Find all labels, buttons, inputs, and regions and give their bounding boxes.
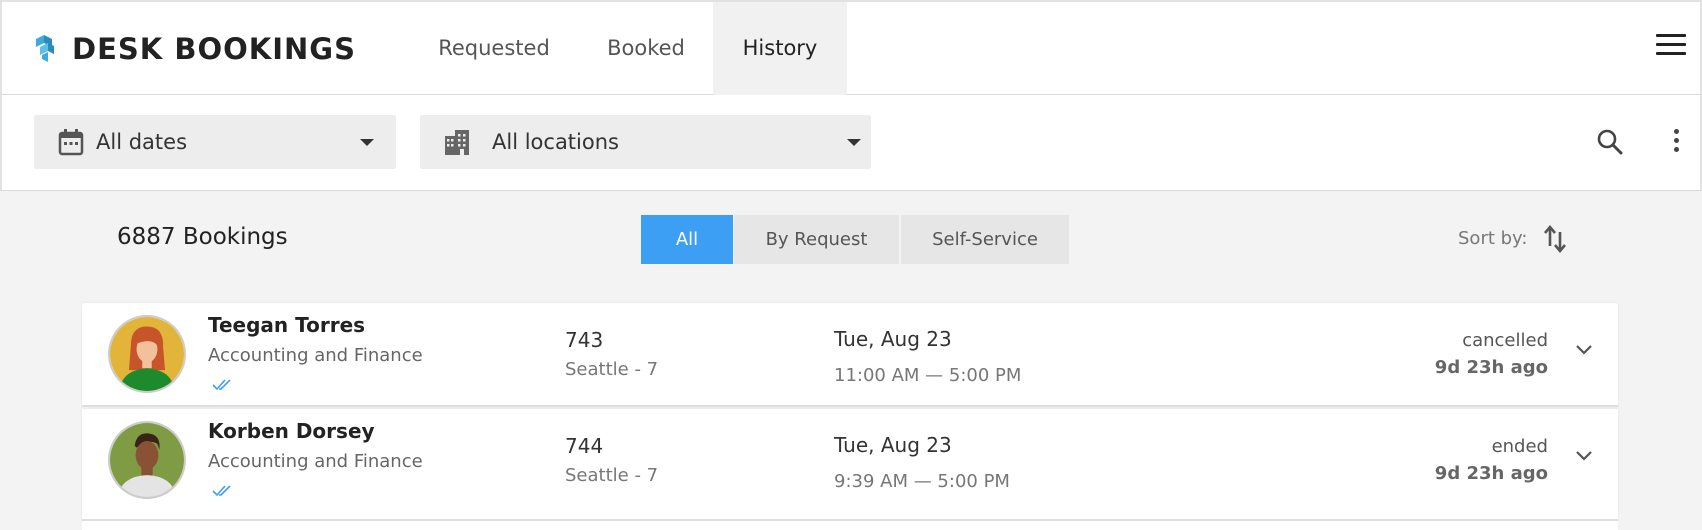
dates-dropdown[interactable]: All dates bbox=[34, 115, 396, 169]
tab-requested[interactable]: Requested bbox=[420, 2, 568, 95]
segment-self-service[interactable]: Self-Service bbox=[901, 215, 1069, 264]
status-text: ended bbox=[1491, 436, 1548, 457]
employee-department: Accounting and Finance bbox=[208, 451, 423, 472]
bookings-count: 6887 Bookings bbox=[117, 224, 288, 250]
double-check-icon bbox=[212, 485, 231, 497]
calendar-icon bbox=[58, 129, 84, 156]
avatar bbox=[108, 315, 186, 393]
app-logo: DESK BOOKINGS bbox=[34, 32, 356, 66]
chevron-down-icon[interactable] bbox=[1574, 343, 1594, 357]
hamburger-menu-icon[interactable] bbox=[1656, 34, 1686, 60]
locations-dropdown[interactable]: All locations bbox=[420, 115, 871, 169]
sort-label: Sort by: bbox=[1458, 228, 1528, 249]
booking-date: Tue, Aug 23 bbox=[834, 327, 952, 351]
tab-history[interactable]: History bbox=[713, 2, 847, 95]
employee-name: Korben Dorsey bbox=[208, 419, 375, 443]
segment-by-request[interactable]: By Request bbox=[734, 215, 899, 264]
tab-booked[interactable]: Booked bbox=[590, 2, 702, 95]
desk-location: Seattle - 7 bbox=[565, 359, 659, 380]
filter-bar: All dates All locations bbox=[0, 95, 1702, 191]
sort-icon[interactable] bbox=[1542, 224, 1568, 254]
building-icon bbox=[445, 130, 469, 155]
desk-location: Seattle - 7 bbox=[565, 465, 659, 486]
employee-department: Accounting and Finance bbox=[208, 345, 423, 366]
status-text: cancelled bbox=[1462, 330, 1548, 351]
desk-number: 743 bbox=[565, 328, 604, 352]
booking-time: 9:39 AM — 5:00 PM bbox=[834, 471, 1010, 492]
avatar bbox=[108, 421, 186, 499]
logo-icon bbox=[36, 35, 54, 62]
search-icon[interactable] bbox=[1595, 127, 1625, 157]
booking-card[interactable]: Teegan Torres Accounting and Finance 743… bbox=[82, 303, 1618, 407]
app-title: DESK BOOKINGS bbox=[72, 32, 356, 66]
desk-number: 744 bbox=[565, 434, 604, 458]
booking-card[interactable]: Korben Dorsey Accounting and Finance 744… bbox=[82, 409, 1618, 521]
employee-name: Teegan Torres bbox=[208, 313, 366, 337]
segment-all[interactable]: All bbox=[641, 215, 733, 264]
chevron-down-icon bbox=[847, 139, 861, 146]
locations-dropdown-value: All locations bbox=[492, 130, 619, 154]
chevron-down-icon[interactable] bbox=[1574, 449, 1594, 463]
booking-card-partial bbox=[82, 521, 1618, 530]
double-check-icon bbox=[212, 379, 231, 391]
app-header: DESK BOOKINGS Requested Booked History bbox=[0, 0, 1702, 95]
booking-time: 11:00 AM — 5:00 PM bbox=[834, 365, 1022, 386]
chevron-down-icon bbox=[360, 139, 374, 146]
time-ago: 9d 23h ago bbox=[1434, 357, 1548, 378]
dates-dropdown-value: All dates bbox=[96, 130, 188, 154]
booking-date: Tue, Aug 23 bbox=[834, 433, 952, 457]
more-options-icon[interactable] bbox=[1670, 129, 1682, 157]
time-ago: 9d 23h ago bbox=[1434, 463, 1548, 484]
